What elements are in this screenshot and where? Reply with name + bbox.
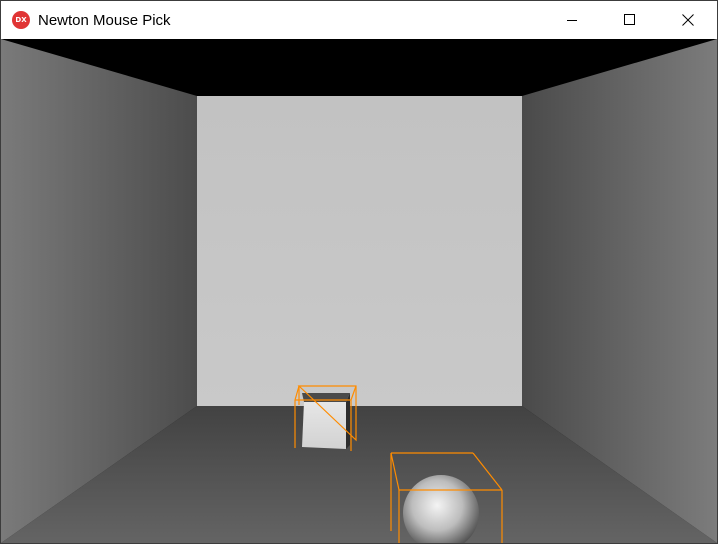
window-title: Newton Mouse Pick: [38, 11, 171, 29]
close-icon: [682, 14, 694, 26]
3d-scene[interactable]: [1, 39, 717, 543]
maximize-button[interactable]: [601, 1, 659, 39]
minimize-icon: [567, 20, 577, 21]
cube-top: [302, 393, 350, 402]
room: [1, 39, 717, 543]
close-button[interactable]: [659, 1, 717, 39]
cube-side: [346, 393, 350, 449]
app-window: DX Newton Mouse Pick: [0, 0, 718, 544]
app-icon-text: DX: [15, 15, 27, 24]
maximize-icon: [624, 14, 635, 25]
directx-app-icon: DX: [12, 11, 30, 29]
cube-object[interactable]: [294, 385, 357, 451]
back-wall: [197, 96, 522, 406]
title-bar[interactable]: DX Newton Mouse Pick: [1, 1, 717, 39]
window-controls: [543, 1, 717, 39]
render-viewport[interactable]: [1, 39, 717, 543]
minimize-button[interactable]: [543, 1, 601, 39]
